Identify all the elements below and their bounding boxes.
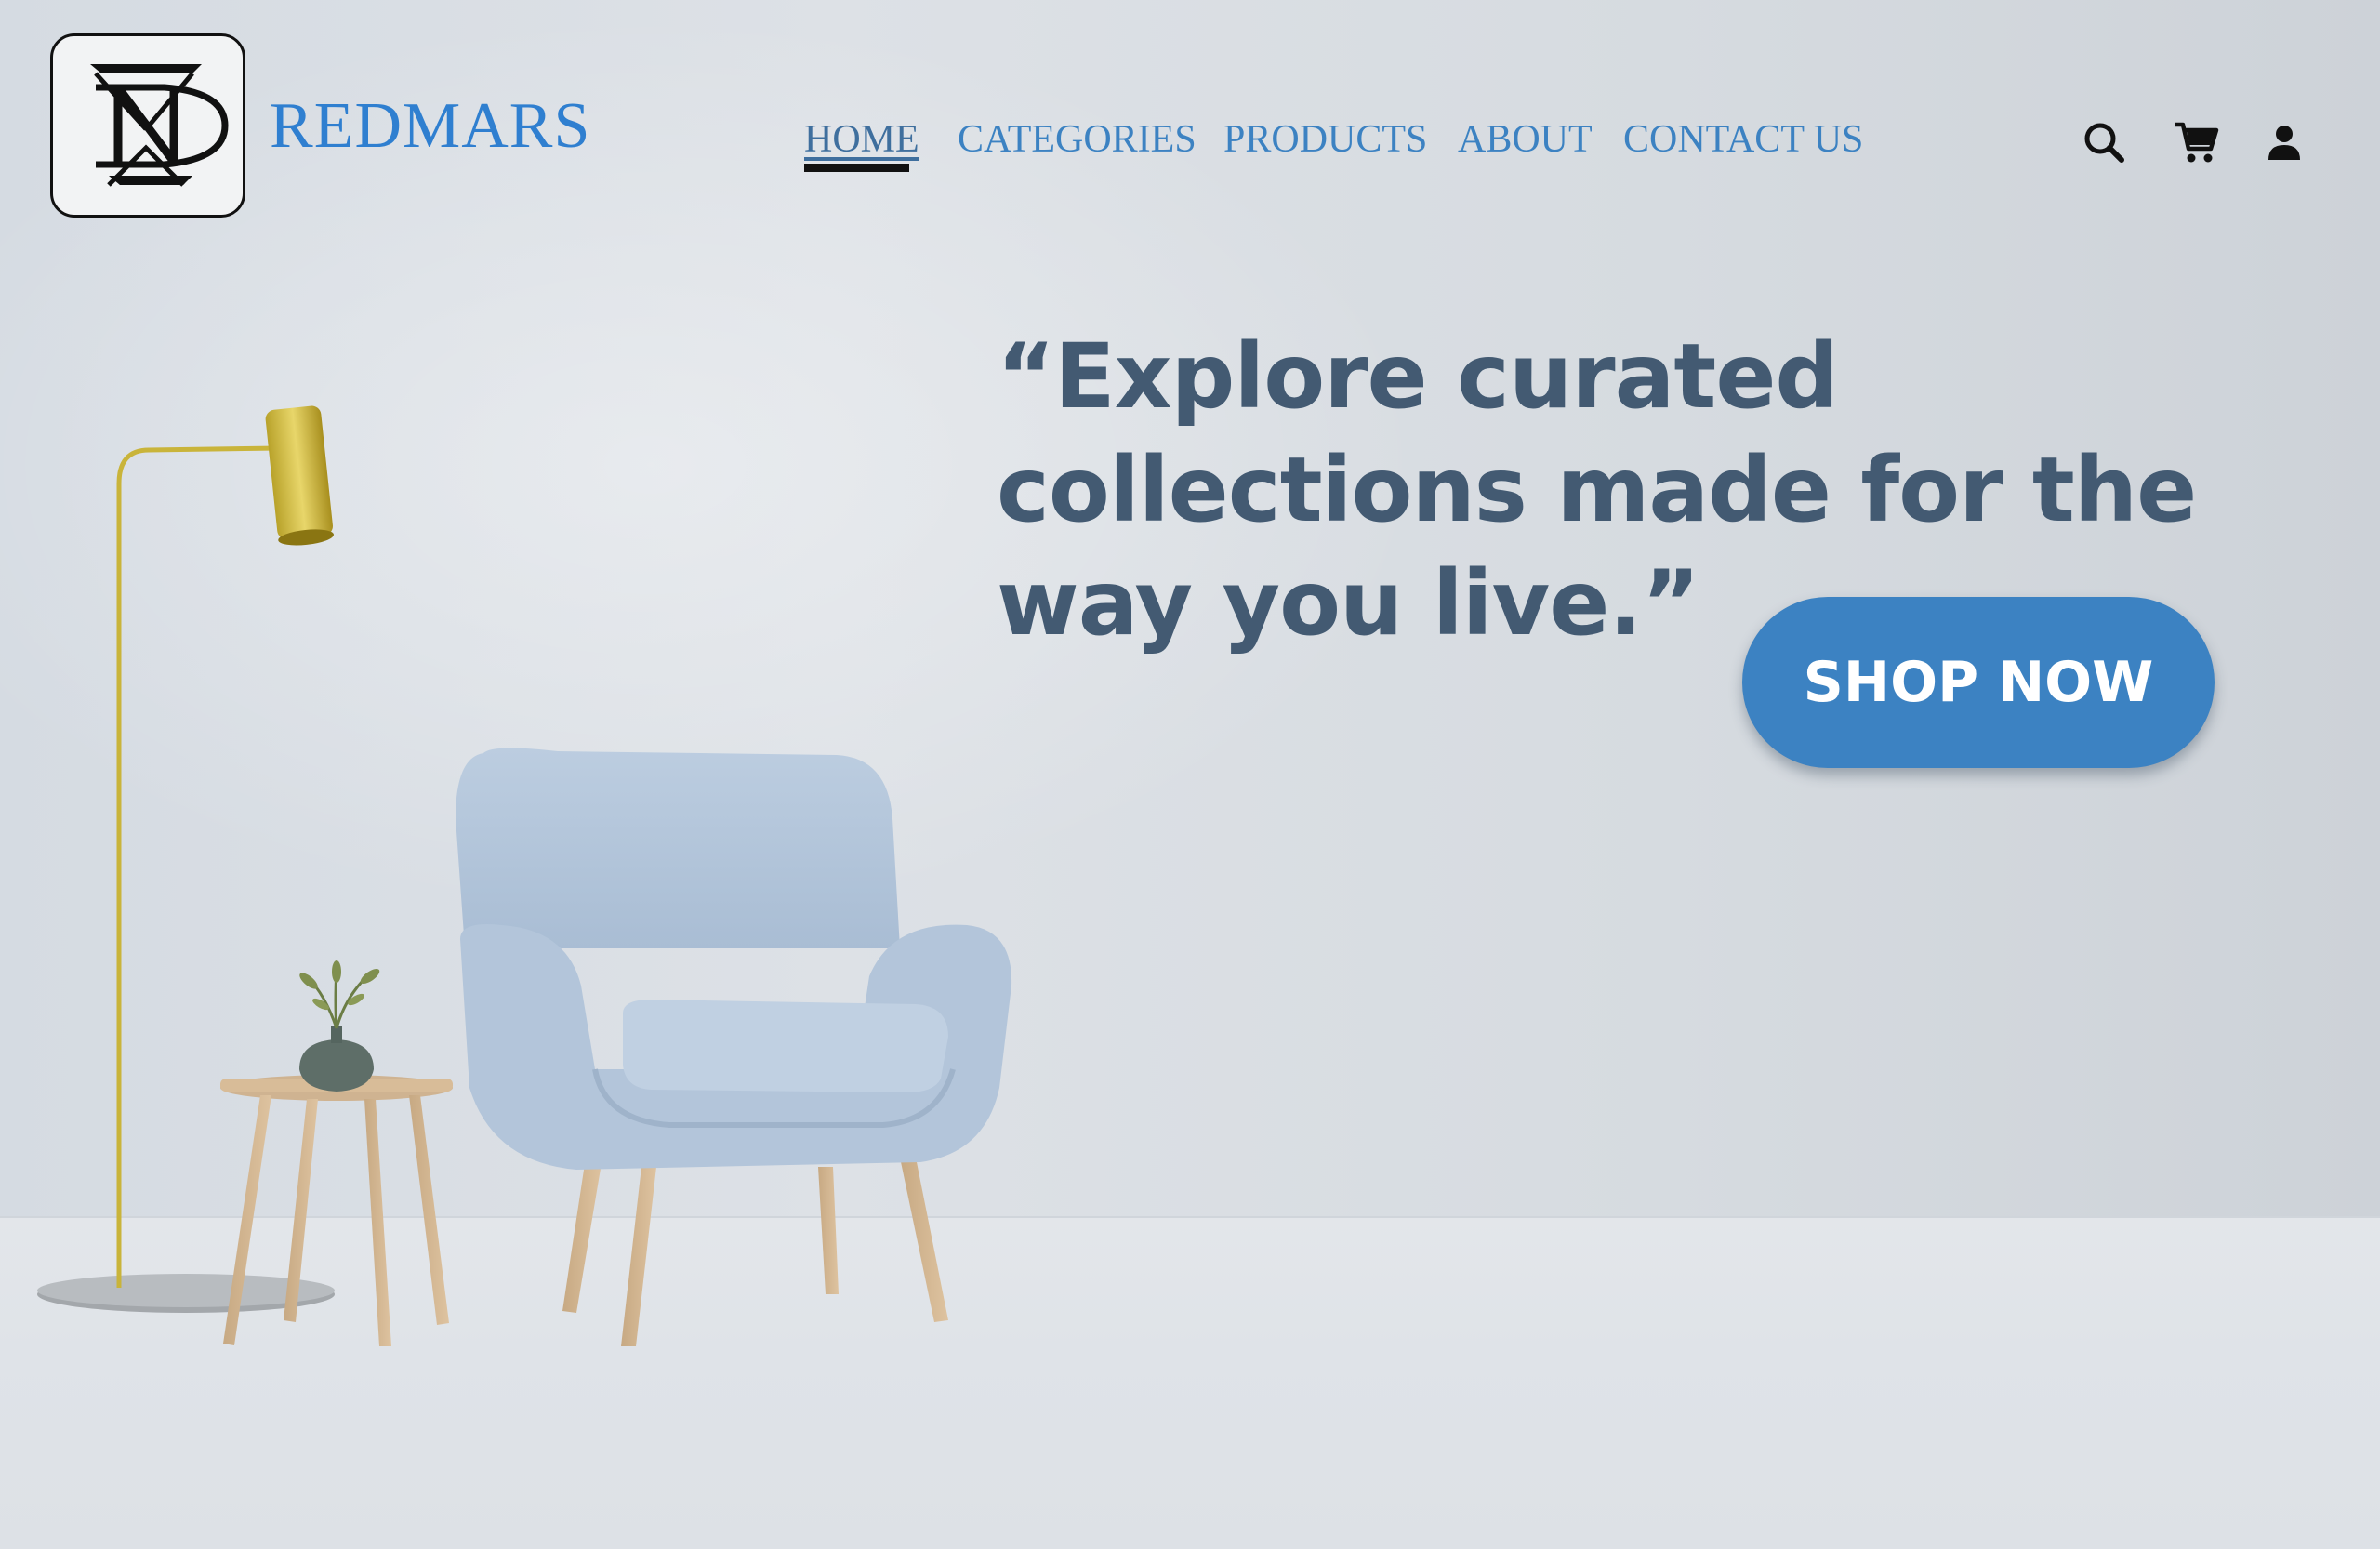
nav-home[interactable]: HOME <box>804 117 919 162</box>
search-icon[interactable] <box>2081 119 2127 165</box>
nav-categories[interactable]: CATEGORIES <box>958 117 1197 162</box>
nav-contact-us[interactable]: CONTACT US <box>1623 117 1863 162</box>
account-icon[interactable] <box>2261 119 2307 165</box>
armchair <box>456 748 1012 1346</box>
nav-products[interactable]: PRODUCTS <box>1223 117 1427 162</box>
brand-name[interactable]: REDMARS <box>270 89 590 164</box>
nd-monogram-logo <box>90 64 229 187</box>
cart-icon[interactable] <box>2174 119 2220 165</box>
floor-lamp <box>37 405 335 1313</box>
shop-now-button[interactable]: SHOP NOW <box>1742 597 2215 768</box>
brand-logo[interactable] <box>50 33 245 218</box>
nav-active-indicator <box>804 164 909 172</box>
hero-furniture-scene <box>37 405 1012 1346</box>
nav-about[interactable]: ABOUT <box>1458 117 1593 162</box>
